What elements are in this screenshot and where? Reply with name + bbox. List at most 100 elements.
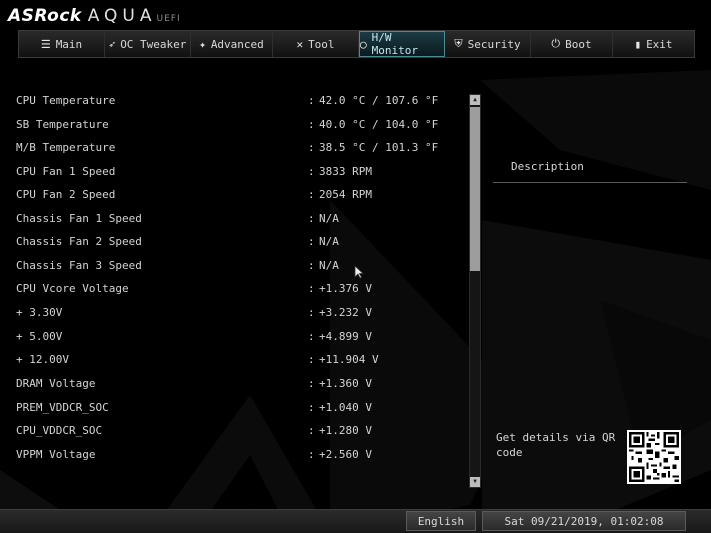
uefi-label: UEFI bbox=[156, 14, 181, 24]
reading-value: +1.280 V bbox=[319, 423, 372, 437]
separator: : bbox=[308, 117, 315, 131]
reading-value: +3.232 V bbox=[319, 305, 372, 319]
separator: : bbox=[308, 281, 315, 295]
reading-label: SB Temperature bbox=[16, 117, 109, 131]
tab-label: Exit bbox=[646, 37, 673, 51]
separator: : bbox=[308, 305, 315, 319]
reading-value: N/A bbox=[319, 211, 339, 225]
reading-row[interactable]: CPU Fan 2 Speed:2054 RPM bbox=[0, 186, 470, 202]
mouse-cursor-icon bbox=[354, 265, 364, 279]
reading-label: + 12.00V bbox=[16, 352, 69, 366]
reading-label: VPPM Voltage bbox=[16, 447, 96, 461]
reading-label: + 5.00V bbox=[16, 329, 63, 343]
separator: : bbox=[308, 423, 315, 437]
star-icon: ✦ bbox=[199, 37, 206, 51]
reading-row[interactable]: CPU Vcore Voltage: +1.376 V bbox=[0, 280, 470, 296]
reading-row[interactable]: CPU Fan 1 Speed:3833 RPM bbox=[0, 163, 470, 179]
reading-label: CPU Temperature bbox=[16, 93, 116, 107]
reading-label: CPU_VDDCR_SOC bbox=[16, 423, 103, 437]
rocket-icon: ➶ bbox=[108, 37, 116, 51]
reading-value: 2054 RPM bbox=[319, 187, 372, 201]
scroll-down-arrow-icon[interactable]: ▼ bbox=[470, 477, 480, 487]
reading-row[interactable]: CPU Temperature:42.0 °C / 107.6 °F bbox=[0, 92, 470, 108]
reading-label: Chassis Fan 2 Speed bbox=[16, 234, 142, 248]
separator: : bbox=[308, 376, 315, 390]
reading-label: CPU Fan 1 Speed bbox=[16, 164, 116, 178]
qr-code-icon bbox=[627, 430, 681, 484]
separator: : bbox=[308, 211, 315, 225]
reading-label: CPU Vcore Voltage bbox=[16, 281, 129, 295]
description-title: Description bbox=[511, 160, 584, 173]
product-name: AQUA bbox=[87, 6, 157, 26]
reading-label: CPU Fan 2 Speed bbox=[16, 187, 116, 201]
reading-value: N/A bbox=[319, 258, 339, 272]
reading-value: +11.904 V bbox=[319, 352, 379, 366]
reading-row[interactable]: CPU_VDDCR_SOC: +1.280 V bbox=[0, 422, 470, 438]
asrock-aqua-logo: ASRock AQUA UEFI bbox=[8, 6, 181, 28]
date-time-display[interactable]: Sat 09/21/2019, 01:02:08 bbox=[482, 511, 686, 531]
reading-label: Chassis Fan 3 Speed bbox=[16, 258, 142, 272]
reading-label: M/B Temperature bbox=[16, 140, 116, 154]
tab-label: Main bbox=[55, 37, 83, 51]
separator: : bbox=[308, 258, 315, 272]
tab-label: Advanced bbox=[210, 37, 264, 51]
tab-tool[interactable]: ✕ Tool bbox=[273, 31, 359, 57]
tab-label: OC Tweaker bbox=[120, 37, 187, 51]
tab-label: H/W Monitor bbox=[371, 31, 418, 57]
reading-row[interactable]: DRAM Voltage: +1.360 V bbox=[0, 375, 470, 391]
reading-value: +1.376 V bbox=[319, 281, 372, 295]
separator: : bbox=[308, 400, 315, 414]
separator: : bbox=[308, 329, 315, 343]
reading-label: Chassis Fan 1 Speed bbox=[16, 211, 142, 225]
reading-label: DRAM Voltage bbox=[16, 376, 96, 390]
reading-value: +1.040 V bbox=[319, 400, 372, 414]
tab-oc-tweaker[interactable]: ➶ OC Tweaker bbox=[105, 31, 191, 57]
reading-row[interactable]: Chassis Fan 3 Speed: N/A bbox=[0, 257, 470, 273]
reading-row[interactable]: SB Temperature:40.0 °C / 104.0 °F bbox=[0, 116, 470, 132]
main-tab-bar: ☰ Main ➶ OC Tweaker ✦ Advanced ✕ Tool ◯ … bbox=[18, 30, 695, 58]
power-icon: ⏻ bbox=[551, 37, 561, 50]
separator: : bbox=[308, 447, 315, 461]
reading-value: 42.0 °C / 107.6 °F bbox=[319, 93, 439, 107]
reading-value: 38.5 °C / 101.3 °F bbox=[319, 140, 439, 154]
description-divider bbox=[493, 182, 687, 183]
reading-row[interactable]: + 3.30V: +3.232 V bbox=[0, 304, 470, 320]
tab-security[interactable]: ⛨ Security bbox=[445, 31, 531, 57]
reading-row[interactable]: PREM_VDDCR_SOC: +1.040 V bbox=[0, 399, 470, 415]
tab-advanced[interactable]: ✦ Advanced bbox=[191, 31, 273, 57]
tab-label: Tool bbox=[308, 37, 335, 51]
brand-name: ASRock bbox=[8, 6, 82, 26]
separator: : bbox=[308, 234, 315, 248]
tab-label: Boot bbox=[565, 37, 592, 51]
reading-value: 40.0 °C / 104.0 °F bbox=[319, 117, 439, 131]
exit-icon: ▮ bbox=[634, 37, 642, 51]
language-button[interactable]: English bbox=[406, 511, 476, 531]
reading-label: PREM_VDDCR_SOC bbox=[16, 400, 109, 414]
readings-scrollbar[interactable]: ▲ ▼ bbox=[469, 94, 481, 488]
scroll-thumb[interactable] bbox=[470, 107, 480, 271]
reading-row[interactable]: VPPM Voltage: +2.560 V bbox=[0, 446, 470, 462]
reading-row[interactable]: Chassis Fan 2 Speed: N/A bbox=[0, 233, 470, 249]
tab-main[interactable]: ☰ Main bbox=[19, 31, 105, 57]
reading-row[interactable]: + 5.00V: +4.899 V bbox=[0, 328, 470, 344]
tab-boot[interactable]: ⏻ Boot bbox=[531, 31, 613, 57]
reading-row[interactable]: + 12.00V: +11.904 V bbox=[0, 351, 470, 367]
reading-value: 3833 RPM bbox=[319, 164, 372, 178]
monitor-icon: ◯ bbox=[360, 37, 367, 51]
reading-value: +4.899 V bbox=[319, 329, 372, 343]
reading-value: +1.360 V bbox=[319, 376, 372, 390]
separator: : bbox=[308, 187, 315, 201]
separator: : bbox=[308, 164, 315, 178]
scroll-up-arrow-icon[interactable]: ▲ bbox=[470, 95, 480, 105]
qr-caption: Get details via QR code bbox=[496, 431, 616, 459]
tab-label: Security bbox=[467, 37, 521, 51]
list-icon: ☰ bbox=[40, 37, 51, 51]
reading-value: N/A bbox=[319, 234, 339, 248]
separator: : bbox=[308, 140, 315, 154]
shield-icon: ⛨ bbox=[454, 37, 463, 50]
wrench-icon: ✕ bbox=[296, 37, 304, 51]
tab-hw-monitor[interactable]: ◯ H/W Monitor bbox=[359, 31, 445, 57]
reading-row[interactable]: M/B Temperature:38.5 °C / 101.3 °F bbox=[0, 139, 470, 155]
reading-row[interactable]: Chassis Fan 1 Speed: N/A bbox=[0, 210, 470, 226]
tab-exit[interactable]: ▮ Exit bbox=[613, 31, 694, 57]
